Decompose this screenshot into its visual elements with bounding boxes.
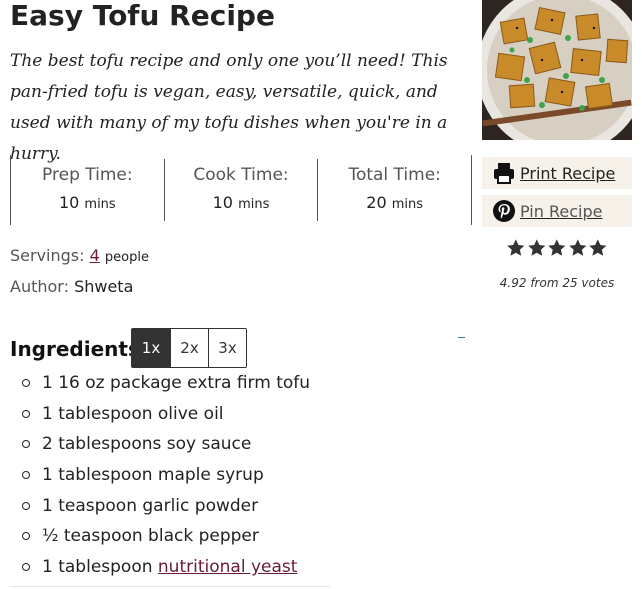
cook-time-value: 10 xyxy=(212,193,233,212)
star-icon[interactable] xyxy=(588,238,608,258)
pinterest-icon xyxy=(492,199,516,223)
recipe-photo xyxy=(482,0,632,140)
scale-2x-button[interactable]: 2x xyxy=(170,329,208,367)
ingredient-item: 1 teaspoon garlic powder xyxy=(22,491,310,522)
total-time-value-row: 20 mins xyxy=(318,193,471,212)
prep-time-label: Prep Time: xyxy=(42,165,133,185)
ingredient-text: 1 tablespoon xyxy=(42,557,158,578)
prep-time-value: 10 xyxy=(58,193,80,212)
print-recipe-label: Print Recipe xyxy=(520,163,616,183)
rating-stars[interactable] xyxy=(506,238,608,262)
rating-summary: 4.92 from 25 votes xyxy=(499,276,615,290)
ingredient-item: 1 tablespoon maple syrup xyxy=(22,460,310,491)
star-icon[interactable] xyxy=(547,238,567,258)
print-recipe-button[interactable]: Print Recipe xyxy=(482,157,632,189)
ingredient-item: 2 tablespoons soy sauce xyxy=(22,429,310,460)
star-icon[interactable] xyxy=(506,238,526,258)
pin-recipe-label: Pin Recipe xyxy=(520,201,603,221)
prep-time-value-row: 10 mins xyxy=(11,193,164,212)
ingredient-item: ½ teaspoon black pepper xyxy=(22,521,310,552)
ingredient-item: 1 tablespoon nutritional yeast xyxy=(22,552,310,583)
servings-count[interactable]: 4 xyxy=(90,246,100,265)
cook-time: Cook Time: 10 mins xyxy=(163,159,318,221)
cook-time-value-row: 10 mins xyxy=(165,193,318,212)
pin-recipe-button[interactable]: Pin Recipe xyxy=(482,195,632,227)
star-icon[interactable] xyxy=(527,238,547,258)
total-time-value: 20 xyxy=(366,193,387,212)
servings: Servings: 4 people xyxy=(10,246,149,265)
total-time-label: Total Time: xyxy=(348,165,441,185)
servings-unit: people xyxy=(104,250,149,265)
divider xyxy=(10,586,330,587)
prep-time: Prep Time: 10 mins xyxy=(11,155,164,225)
author-label: Author: xyxy=(10,277,69,296)
cook-time-unit: mins xyxy=(238,197,270,212)
printer-icon xyxy=(492,161,516,185)
star-icon[interactable] xyxy=(568,238,588,258)
cook-time-label: Cook Time: xyxy=(193,165,289,185)
recipe-title: Easy Tofu Recipe xyxy=(10,0,275,32)
recipe-times: Prep Time: 10 mins Cook Time: 10 mins To… xyxy=(10,155,472,225)
divider xyxy=(458,337,465,338)
ingredient-item: 1 16 oz package extra firm tofu xyxy=(22,368,310,399)
author-name: Shweta xyxy=(74,277,134,296)
servings-label: Servings: xyxy=(10,246,85,265)
author: Author: Shweta xyxy=(10,277,133,296)
scale-selector: 1x 2x 3x xyxy=(131,328,247,368)
scale-3x-button[interactable]: 3x xyxy=(208,329,246,367)
recipe-summary: The best tofu recipe and only one you’ll… xyxy=(10,51,448,164)
ingredient-list: 1 16 oz package extra firm tofu 1 tables… xyxy=(22,368,310,583)
prep-time-unit: mins xyxy=(84,197,116,212)
ingredients-heading: Ingredients xyxy=(10,337,140,361)
nutritional-yeast-link[interactable]: nutritional yeast xyxy=(158,557,298,577)
ingredient-item: 1 tablespoon olive oil xyxy=(22,399,310,430)
scale-1x-button[interactable]: 1x xyxy=(132,329,170,367)
total-time: Total Time: 20 mins xyxy=(317,159,471,221)
total-time-unit: mins xyxy=(391,197,424,212)
